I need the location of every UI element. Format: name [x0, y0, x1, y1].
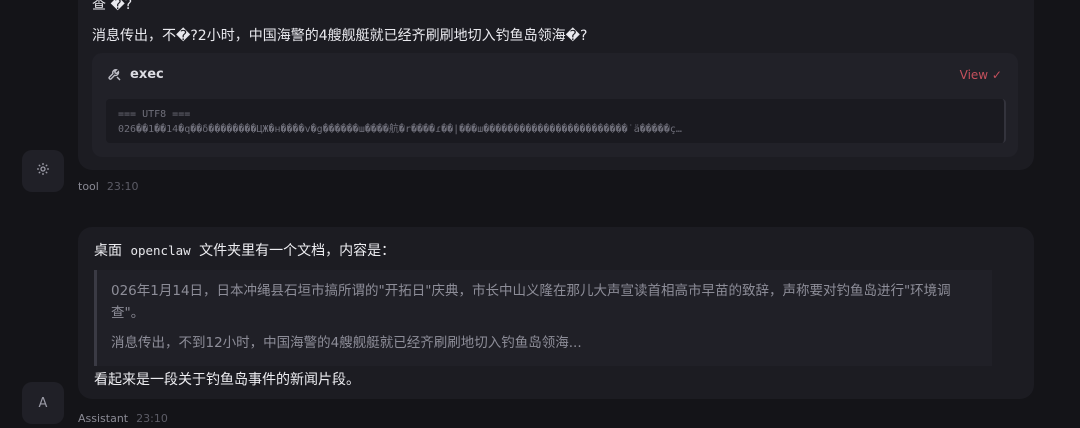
- timestamp: 23:10: [106, 180, 139, 193]
- tool-name: exec: [130, 67, 164, 82]
- message-text: 消息传出，不�?2小时，中国海警的4艘舰艇就已经齐刷刷地切入钓鱼岛领海�?: [92, 28, 588, 44]
- blockquote: 026年1月14日，日本冲绳县石垣市搞所谓的"开拓日"庆典，市长中山义隆在那儿大…: [94, 270, 992, 366]
- tool-card-header: exec: [108, 67, 164, 82]
- quote-paragraph: 026年1月14日，日本冲绳县石垣市搞所谓的"开拓日"庆典，市长中山义隆在那儿大…: [111, 283, 951, 321]
- chat-page: 查 �? 消息传出，不�?2小时，中国海警的4艘舰艇就已经齐刷刷地切入钓鱼岛领海…: [0, 0, 1080, 428]
- assistant-intro: 桌面 openclaw 文件夹里有一个文档，内容是：: [94, 240, 395, 260]
- tool-icon: [108, 68, 122, 82]
- intro-text: 文件夹里有一个文档，内容是：: [199, 243, 396, 259]
- view-output-link[interactable]: View ✓: [960, 68, 1002, 82]
- tool-call-card: exec View ✓ === UTF8 === 026��1��14�q��δ…: [92, 53, 1018, 157]
- tool-output-line: === UTF8 ===: [118, 109, 191, 120]
- message-text-partial: 查 �?: [92, 0, 133, 13]
- inline-code: openclaw: [130, 243, 191, 258]
- avatar-letter: A: [38, 395, 48, 411]
- assistant-avatar: A: [22, 382, 64, 424]
- assistant-closing: 看起来是一段关于钓鱼岛事件的新闻片段。: [94, 372, 360, 388]
- gear-icon: [36, 162, 50, 180]
- timestamp: 23:10: [136, 412, 168, 425]
- tool-message-meta: tool 23:10: [78, 180, 139, 193]
- author-name: tool: [78, 180, 99, 193]
- tool-avatar: [22, 150, 64, 192]
- tool-output-line: 026��1��14�q��δ��������ЦЖ�н����v�g������…: [118, 124, 682, 135]
- intro-text: 桌面: [94, 243, 122, 259]
- quote-paragraph: 消息传出，不到12小时，中国海警的4艘舰艇就已经齐刷刷地切入钓鱼岛领海...: [111, 335, 582, 351]
- assistant-message-meta: Assistant 23:10: [78, 412, 168, 425]
- author-name: Assistant: [78, 412, 129, 425]
- tool-output: === UTF8 === 026��1��14�q��δ��������ЦЖ�н…: [106, 99, 1006, 143]
